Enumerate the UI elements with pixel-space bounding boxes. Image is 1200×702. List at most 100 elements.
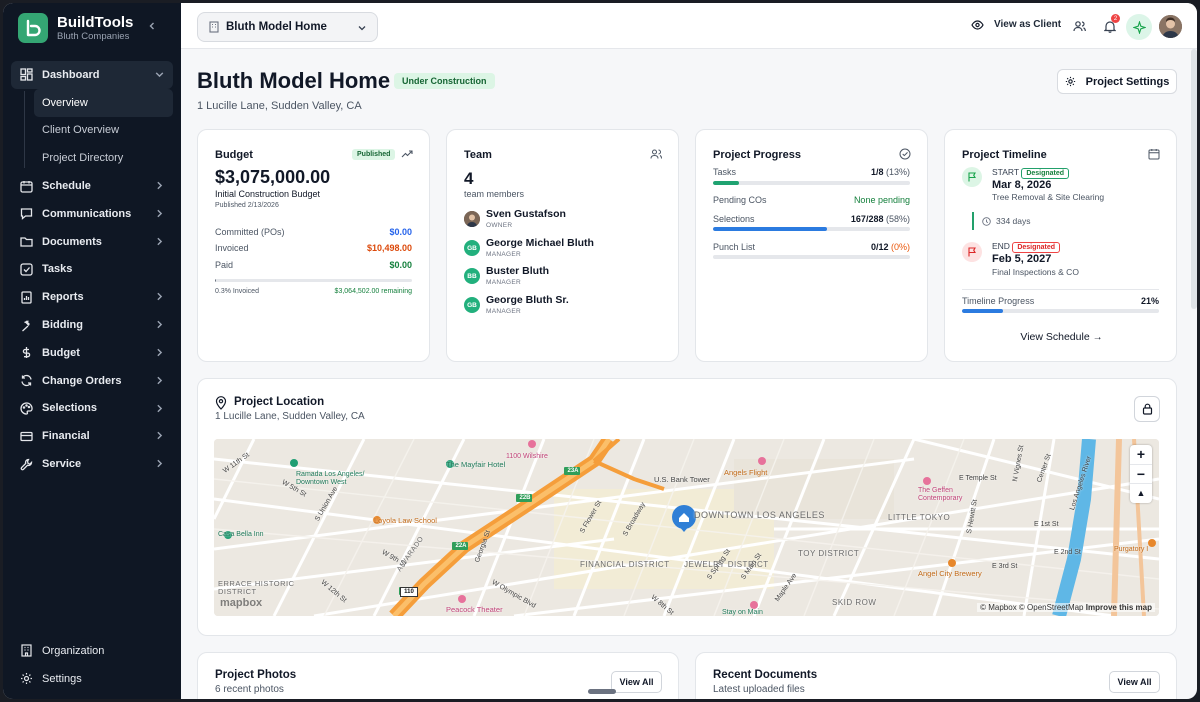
dashboard-subnav: Overview Client Overview Project Directo… — [24, 88, 173, 172]
paid-value: $0.00 — [389, 260, 412, 270]
sidebar-item-service[interactable]: Service — [11, 450, 173, 478]
map-label: Angel City Brewery — [918, 569, 982, 578]
project-settings-button[interactable]: Project Settings — [1057, 69, 1177, 94]
page-scrollbar[interactable] — [1191, 49, 1197, 309]
sidebar-item-schedule[interactable]: Schedule — [11, 172, 173, 200]
scroll-handle[interactable] — [588, 689, 616, 694]
sidebar-item-organization[interactable]: Organization — [11, 637, 173, 665]
status-badge: Under Construction — [394, 73, 495, 89]
mapbox-logo: mapbox — [220, 597, 263, 609]
map-pin-icon — [215, 396, 227, 410]
map-label: LITTLE TOKYO — [888, 513, 951, 522]
sidebar-item-communications[interactable]: Communications — [11, 200, 173, 228]
sidebar-bottom-nav: Organization Settings — [11, 637, 173, 693]
clock-icon — [982, 216, 991, 226]
end-designated-badge: Designated — [1012, 242, 1061, 253]
photos-view-all-button[interactable]: View All — [611, 671, 662, 693]
calendar-icon[interactable] — [1148, 148, 1160, 160]
member-role: MANAGER — [486, 251, 521, 258]
sidebar-item-label: Budget — [42, 346, 80, 359]
team-member[interactable]: BB Buster Bluth MANAGER — [464, 265, 549, 287]
map-label: SKID ROW — [832, 598, 877, 607]
project-select[interactable]: Bluth Model Home — [197, 12, 378, 42]
recent-documents-card: Recent Documents Latest uploaded files V… — [695, 652, 1177, 699]
documents-view-all-button[interactable]: View All — [1109, 671, 1160, 693]
brand[interactable]: BuildTools Bluth Companies — [18, 13, 133, 43]
chevron-right-icon — [157, 376, 163, 385]
sidebar-item-budget[interactable]: Budget — [11, 339, 173, 367]
sidebar-subitem-overview[interactable]: Overview — [34, 88, 173, 117]
palette-icon — [19, 401, 33, 415]
improve-map-link[interactable]: Improve this map — [1086, 603, 1152, 612]
sidebar-item-settings[interactable]: Settings — [11, 665, 173, 693]
member-name: Buster Bluth — [486, 265, 549, 277]
check-circle-icon[interactable] — [899, 148, 911, 160]
sidebar-item-bidding[interactable]: Bidding — [11, 311, 173, 339]
gear-icon — [1065, 76, 1075, 87]
arrow-right-icon: → — [1092, 332, 1103, 343]
trending-up-icon[interactable] — [401, 148, 413, 160]
budget-published-date: Published 2/13/2026 — [215, 202, 279, 209]
sidebar-subitem-project-directory[interactable]: Project Directory — [34, 144, 173, 172]
published-badge: Published — [352, 149, 396, 160]
team-card: Team 4 team members Sven Gustafson OWNER … — [446, 129, 679, 362]
gear-icon — [19, 672, 33, 686]
team-member[interactable]: GB George Bluth Sr. MANAGER — [464, 294, 569, 316]
sidebar-subitem-client-overview[interactable]: Client Overview — [34, 117, 173, 145]
pending-cos-value: None pending — [853, 195, 910, 205]
team-member[interactable]: GB George Michael Bluth MANAGER — [464, 237, 594, 259]
wrench-icon — [19, 457, 33, 471]
timeline-connector — [972, 212, 974, 230]
notification-count: 2 — [1111, 14, 1120, 23]
sidebar-item-label: Financial — [42, 430, 90, 443]
notifications-button[interactable]: 2 — [1100, 14, 1120, 36]
tasks-value: 1/8 (13%) — [870, 167, 910, 177]
committed-value: $0.00 — [389, 227, 412, 237]
user-avatar[interactable] — [1159, 15, 1182, 38]
zoom-in-button[interactable]: + — [1130, 445, 1152, 464]
view-as-client-button[interactable]: View as Client — [971, 19, 1061, 30]
map-label: Loyola Law School — [374, 516, 437, 525]
invoiced-label: Invoiced — [215, 243, 249, 253]
view-schedule-link[interactable]: View Schedule → — [945, 331, 1178, 343]
compass-icon[interactable]: ▲ — [1130, 483, 1152, 502]
start-date: Mar 8, 2026 — [992, 179, 1052, 191]
sidebar-item-change-orders[interactable]: Change Orders — [11, 367, 173, 395]
sidebar-item-dashboard[interactable]: Dashboard — [11, 61, 173, 89]
sidebar-item-label: Dashboard — [42, 68, 100, 81]
start-description: Tree Removal & Site Clearing — [992, 192, 1105, 202]
committed-label: Committed (POs) — [215, 227, 285, 237]
sidebar-item-selections[interactable]: Selections — [11, 395, 173, 423]
sidebar-item-label: Change Orders — [42, 374, 122, 387]
ai-assistant-button[interactable] — [1126, 14, 1152, 40]
sidebar-item-label: Schedule — [42, 180, 91, 193]
map-label: ERRACE HISTORIC DISTRICT — [218, 579, 295, 597]
map-zoom-controls: + − ▲ — [1130, 445, 1152, 503]
map[interactable]: W 11th St Ramada Los Angeles/ Downtown We… — [214, 439, 1159, 616]
map-label: 1100 Wilshire — [506, 453, 548, 460]
end-label: END Designated — [992, 241, 1061, 253]
users-icon[interactable] — [650, 148, 662, 160]
sidebar-item-tasks[interactable]: Tasks — [11, 256, 173, 284]
report-icon — [19, 290, 33, 304]
member-avatar: GB — [464, 297, 480, 313]
timeline-duration: 334 days — [982, 216, 1031, 226]
paid-label: Paid — [215, 260, 234, 270]
sidebar-item-financial[interactable]: Financial — [11, 422, 173, 450]
team-member[interactable]: Sven Gustafson OWNER — [464, 208, 566, 230]
invoiced-progress-fill — [215, 279, 217, 282]
zoom-out-button[interactable]: − — [1130, 464, 1152, 483]
progress-title: Project Progress — [713, 149, 802, 161]
map-label: E Temple St — [959, 475, 997, 482]
collapse-sidebar-icon[interactable] — [147, 19, 157, 34]
sidebar-item-documents[interactable]: Documents — [11, 228, 173, 256]
sidebar-item-reports[interactable]: Reports — [11, 283, 173, 311]
team-count: 4 — [464, 169, 474, 188]
member-role: MANAGER — [486, 279, 521, 286]
end-flag-icon — [962, 242, 982, 262]
map-label: DOWNTOWN LOS ANGELES — [694, 510, 825, 520]
project-select-value: Bluth Model Home — [226, 21, 327, 33]
map-lock-button[interactable] — [1134, 396, 1160, 422]
map-label: Stay on Main — [722, 609, 763, 616]
team-button[interactable] — [1069, 16, 1089, 36]
